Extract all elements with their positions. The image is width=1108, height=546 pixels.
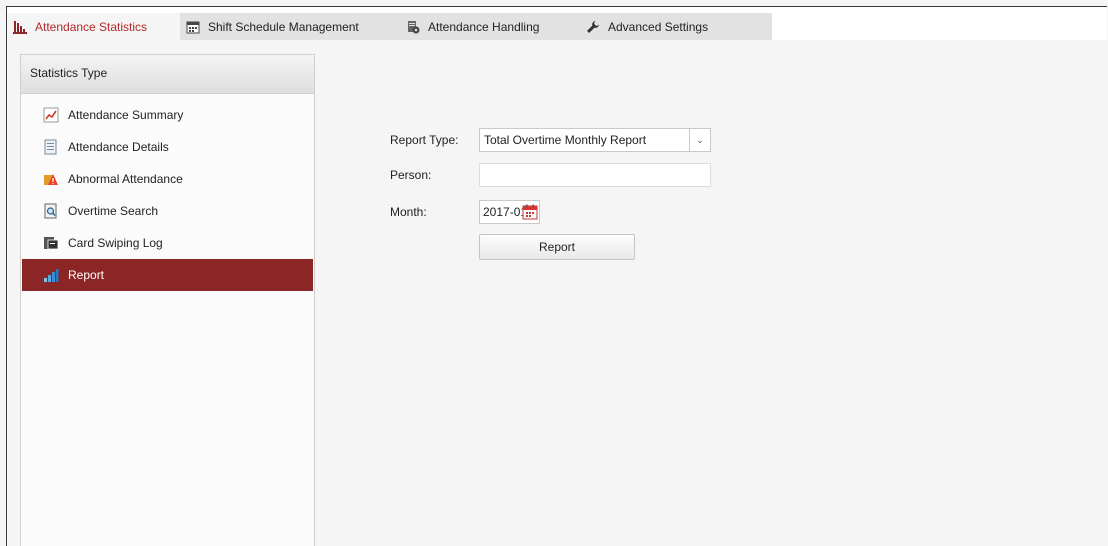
chevron-down-icon[interactable]: ⌄	[689, 129, 710, 151]
statistics-type-list: Attendance Summary Attendance Details Ab…	[21, 94, 314, 291]
sidebar-item-label: Attendance Details	[68, 140, 169, 154]
summary-chart-icon	[43, 107, 59, 123]
tab-attendance-statistics[interactable]: Attendance Statistics	[7, 13, 180, 40]
sidebar-item-label: Attendance Summary	[68, 108, 184, 122]
details-document-icon	[43, 139, 59, 155]
sidebar-item-label: Report	[68, 268, 105, 282]
warning-icon	[43, 171, 59, 187]
person-input[interactable]	[479, 163, 711, 187]
tab-label: Attendance Handling	[428, 19, 540, 34]
report-button[interactable]: Report	[479, 234, 635, 260]
sidebar-item-label: Abnormal Attendance	[68, 172, 183, 186]
sidebar-item-attendance-summary[interactable]: Attendance Summary	[21, 99, 314, 131]
sidebar-item-attendance-details[interactable]: Attendance Details	[21, 131, 314, 163]
report-type-value: Total Overtime Monthly Report	[484, 133, 647, 147]
report-type-select[interactable]: Total Overtime Monthly Report ⌄	[479, 128, 711, 152]
month-label: Month:	[390, 205, 427, 219]
report-type-label: Report Type:	[390, 133, 459, 147]
bar-chart-icon	[13, 20, 27, 34]
person-label: Person:	[390, 168, 432, 182]
sidebar-item-abnormal-attendance[interactable]: Abnormal Attendance	[21, 163, 314, 195]
sidebar-item-card-swiping-log[interactable]: Card Swiping Log	[21, 227, 314, 259]
card-log-icon	[43, 235, 59, 251]
search-document-icon	[43, 203, 59, 219]
tab-advanced-settings[interactable]: Advanced Settings	[580, 13, 740, 40]
wrench-icon	[586, 20, 600, 34]
sidebar-item-label: Card Swiping Log	[68, 236, 163, 250]
calendar-picker-icon[interactable]	[522, 204, 538, 220]
handling-icon	[406, 20, 420, 34]
tab-label: Advanced Settings	[608, 19, 709, 34]
statistics-type-panel: Statistics Type Attendance Summary Atten…	[20, 54, 315, 546]
sidebar-item-overtime-search[interactable]: Overtime Search	[21, 195, 314, 227]
report-bars-icon	[43, 267, 59, 283]
tab-shift-schedule-management[interactable]: Shift Schedule Management	[180, 13, 400, 40]
calendar-icon	[186, 20, 200, 34]
sidebar-item-label: Overtime Search	[68, 204, 159, 218]
tab-attendance-handling[interactable]: Attendance Handling	[400, 13, 580, 40]
month-value: 2017-01	[483, 205, 528, 219]
sidebar-item-report[interactable]: Report	[22, 259, 313, 291]
month-input[interactable]: 2017-01	[479, 200, 540, 224]
tab-label: Shift Schedule Management	[208, 19, 359, 34]
tab-bar: Attendance Statistics Shift Schedule Man…	[7, 7, 1107, 40]
tab-strip: Attendance Statistics Shift Schedule Man…	[7, 13, 772, 40]
panel-title: Statistics Type	[21, 55, 314, 94]
tab-label: Attendance Statistics	[35, 19, 148, 34]
